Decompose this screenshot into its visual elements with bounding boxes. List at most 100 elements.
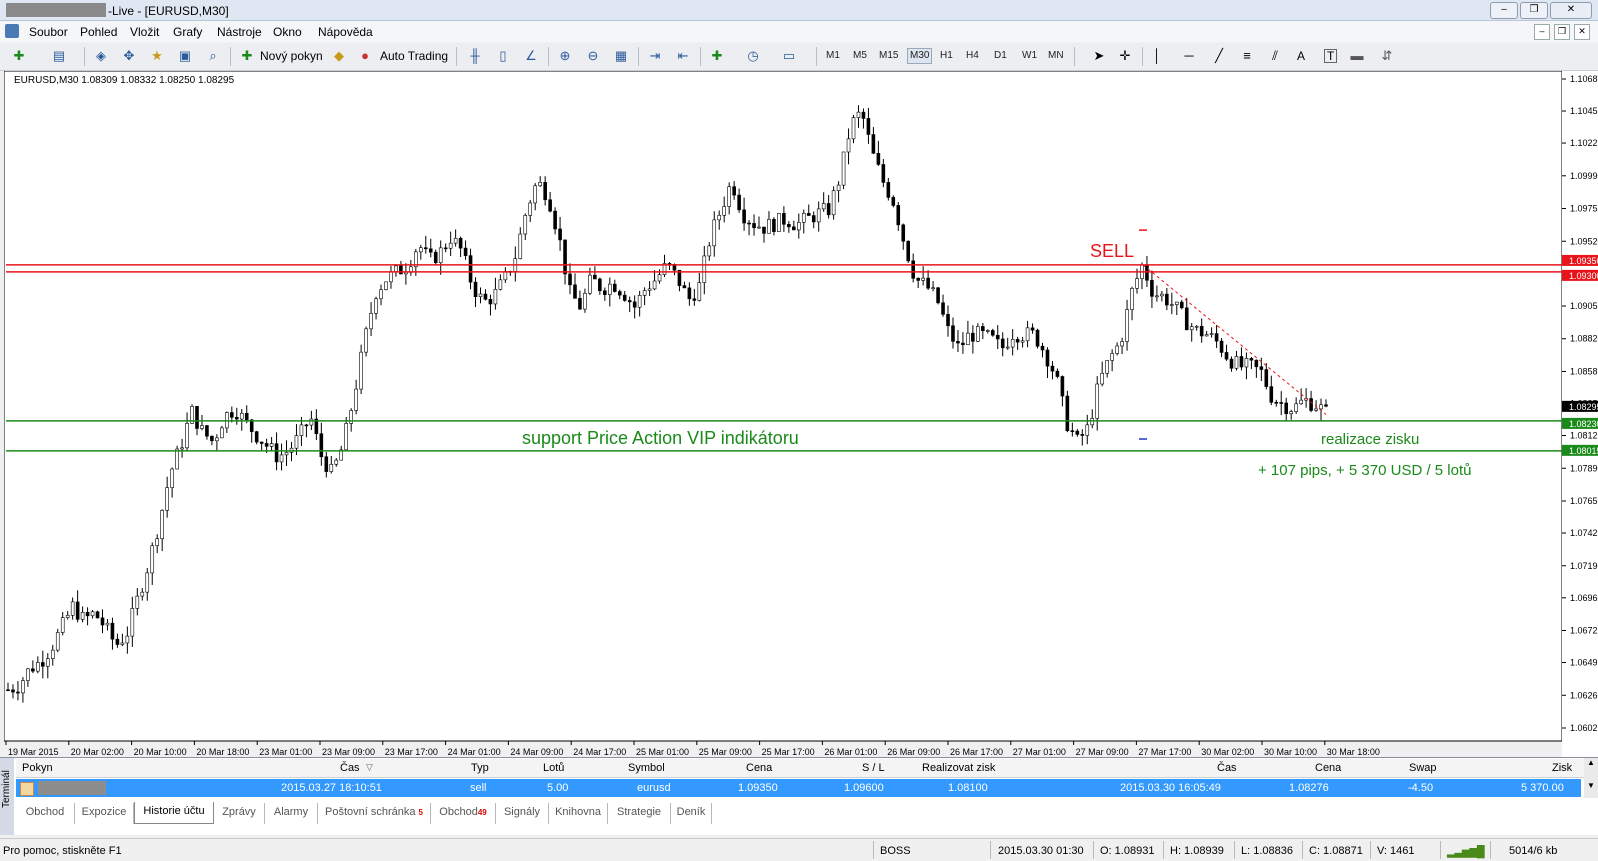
- chart-window-icon[interactable]: [5, 24, 19, 38]
- new-order-button[interactable]: Nový pokyn: [260, 49, 323, 63]
- menu-nastroje[interactable]: Nástroje: [217, 25, 262, 39]
- profiles-icon[interactable]: ▤: [50, 47, 68, 65]
- terminal-icon[interactable]: ▣: [176, 47, 194, 65]
- templates-icon[interactable]: ▭: [780, 47, 798, 65]
- cursor-icon[interactable]: ➤: [1090, 47, 1108, 65]
- auto-trading-button[interactable]: Auto Trading: [380, 49, 448, 63]
- candle-body: [36, 662, 40, 672]
- sort-icon[interactable]: ▽: [366, 762, 373, 773]
- timeframe-mn[interactable]: MN: [1048, 50, 1064, 61]
- profile-name[interactable]: BOSS: [880, 845, 911, 857]
- price-label: 1.06495: [1570, 658, 1598, 668]
- candlestick-chart-icon[interactable]: ▯: [494, 47, 512, 65]
- vertical-line-icon[interactable]: │: [1148, 47, 1166, 65]
- col-tp[interactable]: Realizovat zisk: [922, 762, 995, 774]
- menu-grafy[interactable]: Grafy: [173, 25, 202, 39]
- timeframe-h4[interactable]: H4: [966, 50, 979, 61]
- mdi-restore-button[interactable]: ❐: [1554, 24, 1570, 40]
- indicators-icon[interactable]: ✚: [708, 47, 726, 65]
- col-type[interactable]: Typ: [471, 762, 489, 774]
- candle-body: [433, 251, 438, 264]
- market-watch-icon[interactable]: ◈: [92, 47, 110, 65]
- text-tool[interactable]: A: [1297, 49, 1305, 63]
- col-symbol[interactable]: Symbol: [628, 762, 665, 774]
- tab-zpravy[interactable]: Zprávy: [214, 803, 265, 824]
- text-label-tool[interactable]: T: [1324, 49, 1338, 63]
- auto-scroll-icon[interactable]: ⇥: [646, 47, 664, 65]
- price-chart[interactable]: SELL support Price Action VIP indikátoru r…: [4, 71, 1598, 757]
- arrow-tool-icon[interactable]: ▬: [1348, 47, 1366, 65]
- timeframe-w1[interactable]: W1: [1022, 50, 1037, 61]
- price-label: 1.09055: [1570, 301, 1598, 311]
- candle-body: [105, 622, 110, 626]
- tab-postovni-schranka[interactable]: Poštovní schránka 5: [318, 803, 431, 824]
- history-row[interactable]: 2015.03.27 18:10:51 sell 5.00 eurusd 1.0…: [16, 779, 1581, 797]
- col-sl[interactable]: S / L: [862, 762, 885, 774]
- minimize-button[interactable]: –: [1490, 2, 1518, 19]
- col-order[interactable]: Pokyn: [22, 762, 53, 774]
- tab-knihovna[interactable]: Knihovna: [549, 803, 608, 824]
- chart-window[interactable]: SELL support Price Action VIP indikátoru r…: [4, 71, 1598, 757]
- candle-body: [518, 233, 523, 260]
- line-chart-icon[interactable]: ∠: [522, 47, 540, 65]
- tile-windows-icon[interactable]: ▦: [612, 47, 630, 65]
- periods-icon[interactable]: ◷: [744, 47, 762, 65]
- menu-napoveda[interactable]: Nápověda: [318, 25, 373, 39]
- fibonacci-icon[interactable]: ≡: [1238, 47, 1256, 65]
- terminal-side-tab[interactable]: Terminál: [0, 758, 14, 835]
- horizontal-line-icon[interactable]: ─: [1180, 47, 1198, 65]
- candle-body: [503, 271, 508, 281]
- maximize-button[interactable]: ❐: [1520, 2, 1548, 19]
- candle-body: [796, 222, 801, 231]
- menu-soubor[interactable]: Soubor: [29, 25, 68, 39]
- arrows-dropdown-icon[interactable]: ⇵: [1378, 47, 1396, 65]
- chart-shift-icon[interactable]: ⇤: [674, 47, 692, 65]
- tab-signaly[interactable]: Signály: [496, 803, 549, 824]
- col-time-close[interactable]: Čas: [1217, 762, 1237, 774]
- zoom-in-icon[interactable]: ⊕: [556, 47, 574, 65]
- tab-obchod[interactable]: Obchod: [16, 803, 75, 824]
- metaeditor-icon[interactable]: ◆: [330, 47, 348, 65]
- candle-body: [329, 463, 334, 472]
- candle-body: [727, 186, 731, 207]
- tab-strategie[interactable]: Strategie: [608, 803, 671, 824]
- close-button[interactable]: ✕: [1550, 2, 1592, 19]
- channel-icon[interactable]: ⫽: [1266, 47, 1284, 65]
- tab-obchod-signals[interactable]: Obchod49: [431, 803, 496, 824]
- tab-denik[interactable]: Deník: [671, 803, 712, 824]
- tab-alarmy[interactable]: Alarmy: [265, 803, 318, 824]
- zoom-out-icon[interactable]: ⊖: [584, 47, 602, 65]
- menu-okno[interactable]: Okno: [273, 25, 302, 39]
- timeframe-h1[interactable]: H1: [940, 50, 953, 61]
- navigator-icon[interactable]: ✥: [120, 47, 138, 65]
- crosshair-icon[interactable]: ✛: [1116, 47, 1134, 65]
- mdi-minimize-button[interactable]: –: [1534, 24, 1550, 40]
- trendline-icon[interactable]: ╱: [1210, 47, 1228, 65]
- menu-pohled[interactable]: Pohled: [80, 25, 117, 39]
- new-chart-icon[interactable]: ✚: [10, 47, 28, 65]
- candle-body: [428, 248, 433, 253]
- col-price-close[interactable]: Cena: [1315, 762, 1341, 774]
- candle-body: [1289, 411, 1293, 415]
- timeframe-m30[interactable]: M30: [907, 48, 933, 64]
- mdi-close-button[interactable]: ✕: [1574, 24, 1590, 40]
- candle-body: [443, 247, 448, 250]
- col-profit[interactable]: Zisk: [1552, 762, 1572, 774]
- tester-icon[interactable]: ⌕: [204, 47, 222, 65]
- col-lots[interactable]: Lotů: [543, 762, 564, 774]
- col-swap[interactable]: Swap: [1409, 762, 1437, 774]
- new-order-icon[interactable]: ✚: [238, 47, 256, 65]
- menu-vlozit[interactable]: Vložit: [130, 25, 159, 39]
- tab-historie-uctu[interactable]: Historie účtu: [134, 802, 214, 824]
- terminal-scrollbar[interactable]: ▲ ▼: [1584, 758, 1598, 798]
- timeframe-m5[interactable]: M5: [853, 50, 867, 61]
- timeframe-m15[interactable]: M15: [879, 50, 898, 61]
- favorites-icon[interactable]: ★: [148, 47, 166, 65]
- bar-chart-icon[interactable]: ╫: [466, 47, 484, 65]
- col-time-open[interactable]: Čas: [340, 762, 360, 774]
- auto-trading-icon[interactable]: ●: [356, 47, 374, 65]
- timeframe-m1[interactable]: M1: [826, 50, 840, 61]
- timeframe-d1[interactable]: D1: [994, 50, 1007, 61]
- tab-expozice[interactable]: Expozice: [75, 803, 134, 824]
- col-price-open[interactable]: Cena: [746, 762, 772, 774]
